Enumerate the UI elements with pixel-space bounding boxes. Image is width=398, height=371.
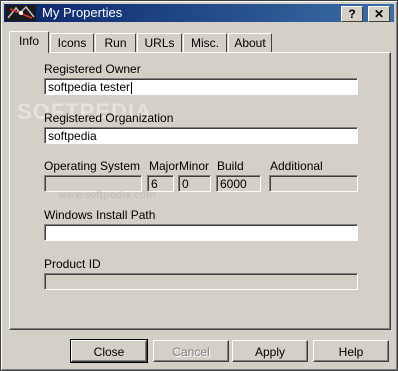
product-id-label: Product ID: [44, 257, 101, 271]
window-title: My Properties: [42, 5, 123, 20]
tab-about[interactable]: About: [228, 33, 272, 52]
cancel-button[interactable]: Cancel: [153, 340, 229, 362]
tab-misc[interactable]: Misc.: [183, 33, 227, 52]
title-bar[interactable]: My Properties ? ✕: [4, 4, 394, 22]
additional-label: Additional: [270, 159, 323, 173]
build-field: 6000: [216, 175, 261, 192]
registered-organization-field[interactable]: softpedia: [44, 127, 358, 144]
tab-info[interactable]: Info: [9, 31, 49, 53]
tab-icons[interactable]: Icons: [50, 33, 94, 52]
minor-field: 0: [178, 175, 211, 192]
windows-install-path-field[interactable]: [44, 224, 358, 241]
build-label: Build: [217, 159, 244, 173]
registered-owner-value: softpedia tester: [48, 80, 131, 94]
properties-window: My Properties ? ✕ Info Icons Run URLs Mi…: [0, 0, 398, 371]
additional-field: [269, 175, 358, 192]
windows-install-path-label: Windows Install Path: [44, 208, 156, 222]
tab-run[interactable]: Run: [95, 33, 136, 52]
registered-organization-label: Registered Organization: [44, 111, 174, 125]
close-button[interactable]: Close: [70, 339, 148, 363]
registered-owner-label: Registered Owner: [44, 62, 141, 76]
app-logo-icon: [6, 5, 36, 21]
operating-system-label: Operating System: [44, 159, 141, 173]
registered-owner-field[interactable]: softpedia tester: [44, 78, 358, 95]
close-title-button[interactable]: ✕: [368, 6, 390, 22]
tab-urls[interactable]: URLs: [137, 33, 182, 52]
apply-button[interactable]: Apply: [232, 340, 308, 362]
text-caret: [131, 81, 133, 94]
help-button[interactable]: Help: [313, 340, 389, 362]
major-label: Major: [149, 159, 180, 173]
softpedia-url-watermark: www.softpedia.com: [58, 190, 156, 201]
product-id-field: [44, 273, 358, 290]
minor-label: Minor: [179, 159, 210, 173]
help-title-button[interactable]: ?: [341, 6, 363, 22]
